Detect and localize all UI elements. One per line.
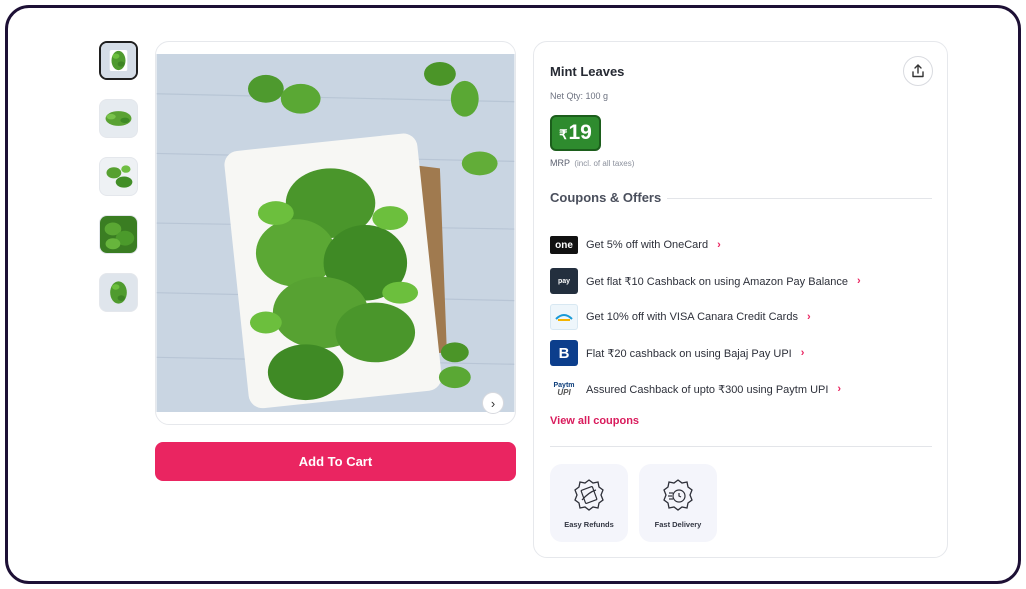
add-to-cart-button[interactable]: Add To Cart [155,442,516,481]
coupons-divider [667,198,932,199]
chevron-right-icon: › [857,275,861,287]
share-button[interactable] [903,56,933,86]
chevron-right-icon: › [717,239,721,251]
thumbnail-5[interactable] [99,273,138,312]
fast-delivery-icon [663,478,693,511]
view-all-coupons-link[interactable]: View all coupons [550,415,639,427]
offers-list: one Get 5% off with OneCard › pay Get fl… [550,227,930,407]
offer-canara[interactable]: Get 10% off with VISA Canara Credit Card… [550,299,930,335]
feature-fast-delivery: Fast Delivery [639,464,717,542]
thumbnail-1[interactable] [99,41,138,80]
feature-label: Easy Refunds [564,519,614,529]
refund-icon [574,478,604,511]
chevron-right-icon: › [806,311,811,323]
offer-onecard[interactable]: one Get 5% off with OneCard › [550,227,930,263]
mrp-text: MRP [550,158,570,168]
product-details-panel: Mint Leaves Net Qty: 100 g ₹ 19 MRP (inc… [533,41,948,558]
product-title: Mint Leaves [550,64,625,79]
product-image [155,41,516,425]
section-divider [550,446,932,447]
offer-text: Assured Cashback of upto ₹300 using Payt… [586,383,829,396]
offer-text: Get 10% off with VISA Canara Credit Card… [586,311,798,323]
amazon-pay-logo-text: pay [557,277,571,285]
amazon-pay-logo: pay [550,268,578,294]
chevron-right-icon: › [800,347,805,359]
thumbnail-2[interactable] [99,99,138,138]
mrp-tax-note: (incl. of all taxes) [574,159,635,168]
offer-paytm[interactable]: Paytm UPI Assured Cashback of upto ₹300 … [550,371,930,407]
net-quantity: Net Qty: 100 g [550,91,609,101]
thumbnail-4[interactable] [99,215,138,254]
price-value: 19 [568,121,592,144]
canara-bank-logo [550,304,578,330]
feature-easy-refunds: Easy Refunds [550,464,628,542]
onecard-logo-text: one [555,239,573,251]
mrp-label: MRP (incl. of all taxes) [550,158,634,168]
feature-label: Fast Delivery [654,519,702,529]
thumbnail-list [99,41,139,331]
bajaj-logo-text: B [558,344,570,362]
paytm-upi-logo: Paytm UPI [550,376,578,402]
bajaj-finserv-logo: B [550,340,578,366]
onecard-logo: one [550,236,578,254]
next-image-button[interactable]: › [482,392,504,414]
price-badge: ₹ 19 [550,115,601,151]
coupons-heading: Coupons & Offers [550,190,662,205]
offer-bajaj[interactable]: B Flat ₹20 cashback on using Bajaj Pay U… [550,335,930,371]
rupee-symbol: ₹ [559,127,568,142]
offer-text: Get 5% off with OneCard [586,239,709,251]
offer-text: Get flat ₹10 Cashback on using Amazon Pa… [586,275,848,288]
offer-amazon-pay[interactable]: pay Get flat ₹10 Cashback on using Amazo… [550,263,930,299]
mint-leaves-photo [156,54,515,412]
upi-mark: UPI [557,387,571,397]
share-icon [912,64,924,78]
chevron-right-icon: › [837,383,842,395]
offer-text: Flat ₹20 cashback on using Bajaj Pay UPI [586,347,792,360]
chevron-right-icon: › [490,395,496,411]
thumbnail-3[interactable] [99,157,138,196]
